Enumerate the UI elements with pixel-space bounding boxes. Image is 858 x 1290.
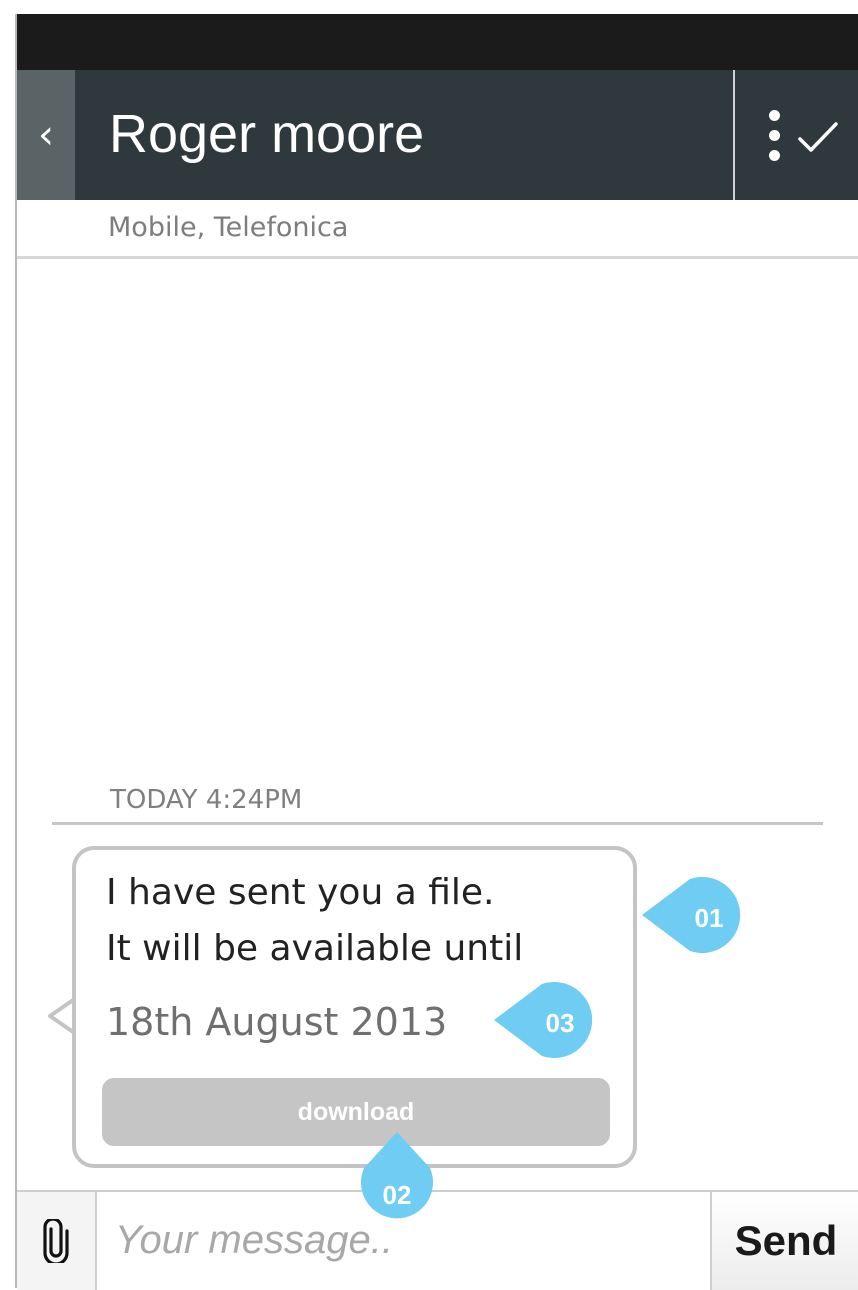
attach-button[interactable] — [17, 1192, 97, 1290]
header-divider — [733, 70, 735, 200]
paperclip-icon — [43, 1219, 69, 1263]
contact-subtitle: Mobile, Telefonica — [108, 212, 349, 243]
subtitle-divider — [17, 256, 858, 259]
annotation-marker-03: 03 — [545, 1008, 575, 1038]
status-bar — [17, 14, 858, 70]
annotation-marker-02: 02 — [382, 1180, 412, 1210]
more-options-icon[interactable] — [767, 108, 783, 164]
chevron-left-icon: ‹ — [38, 112, 54, 158]
expiry-date: 18th August 2013 — [106, 1000, 448, 1044]
contact-name: Roger moore — [109, 104, 425, 164]
send-button[interactable]: Send — [710, 1192, 858, 1290]
timestamp-divider — [52, 822, 823, 825]
message-text-line-2: It will be available until — [106, 928, 524, 969]
select-check-icon[interactable] — [794, 112, 844, 162]
back-button[interactable]: ‹ — [17, 70, 75, 200]
annotation-marker-01: 01 — [694, 903, 724, 933]
message-text-line-1: I have sent you a file. — [106, 872, 495, 913]
conversation-header: ‹ Roger moore — [17, 70, 858, 200]
timestamp-label: TODAY 4:24PM — [110, 785, 303, 815]
